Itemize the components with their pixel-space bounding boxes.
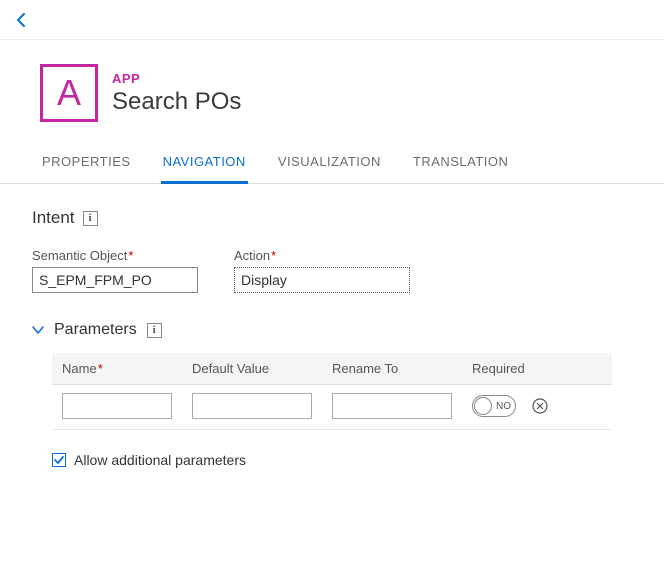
toggle-knob (474, 397, 492, 415)
allow-additional-parameters-checkbox[interactable]: Allow additional parameters (52, 452, 632, 468)
info-icon[interactable]: i (147, 323, 162, 338)
action-label: Action* (234, 248, 410, 263)
required-asterisk: * (271, 248, 276, 263)
app-tile-letter: A (57, 72, 81, 114)
app-type-label: APP (112, 71, 241, 86)
page-title: Search POs (112, 88, 241, 116)
content-area: Intent i Semantic Object* Action* Parame… (0, 184, 664, 468)
param-rename-input[interactable] (332, 393, 452, 419)
required-asterisk: * (128, 248, 133, 263)
info-icon[interactable]: i (83, 211, 98, 226)
table-row: NO (52, 385, 612, 430)
chevron-left-icon (16, 13, 28, 27)
param-name-input[interactable] (62, 393, 172, 419)
col-required: Required (472, 361, 572, 376)
tab-visualization[interactable]: VISUALIZATION (276, 144, 383, 184)
intent-label: Intent (32, 208, 75, 228)
col-rename: Rename To (332, 361, 472, 376)
parameters-label: Parameters (54, 321, 137, 339)
back-button[interactable] (8, 6, 36, 34)
action-field: Action* (234, 248, 410, 293)
semantic-object-field: Semantic Object* (32, 248, 198, 293)
intent-fields: Semantic Object* Action* (32, 248, 632, 293)
required-asterisk: * (98, 361, 103, 376)
required-toggle[interactable]: NO (472, 395, 516, 417)
intent-section-title: Intent i (32, 208, 632, 228)
param-default-input[interactable] (192, 393, 312, 419)
checkbox-icon (52, 453, 66, 467)
semantic-object-label: Semantic Object* (32, 248, 198, 263)
check-icon (53, 454, 65, 466)
action-input[interactable] (234, 267, 410, 293)
semantic-object-input[interactable] (32, 267, 198, 293)
tab-navigation[interactable]: NAVIGATION (161, 144, 248, 184)
page-header: A APP Search POs (0, 40, 664, 138)
topbar (0, 0, 664, 40)
parameters-table-header: Name* Default Value Rename To Required (52, 353, 612, 385)
close-circle-icon (532, 398, 548, 414)
parameters-panel-header[interactable]: Parameters i (32, 321, 632, 339)
toggle-label: NO (496, 401, 511, 412)
col-default: Default Value (192, 361, 332, 376)
app-tile-icon: A (40, 64, 98, 122)
allow-additional-label: Allow additional parameters (74, 452, 246, 468)
chevron-down-icon (32, 322, 44, 338)
col-name: Name* (62, 361, 192, 376)
tab-translation[interactable]: TRANSLATION (411, 144, 511, 184)
tab-properties[interactable]: PROPERTIES (40, 144, 133, 184)
delete-row-button[interactable] (530, 396, 550, 416)
tab-bar: PROPERTIES NAVIGATION VISUALIZATION TRAN… (0, 144, 664, 184)
parameters-table: Name* Default Value Rename To Required N… (52, 353, 612, 430)
